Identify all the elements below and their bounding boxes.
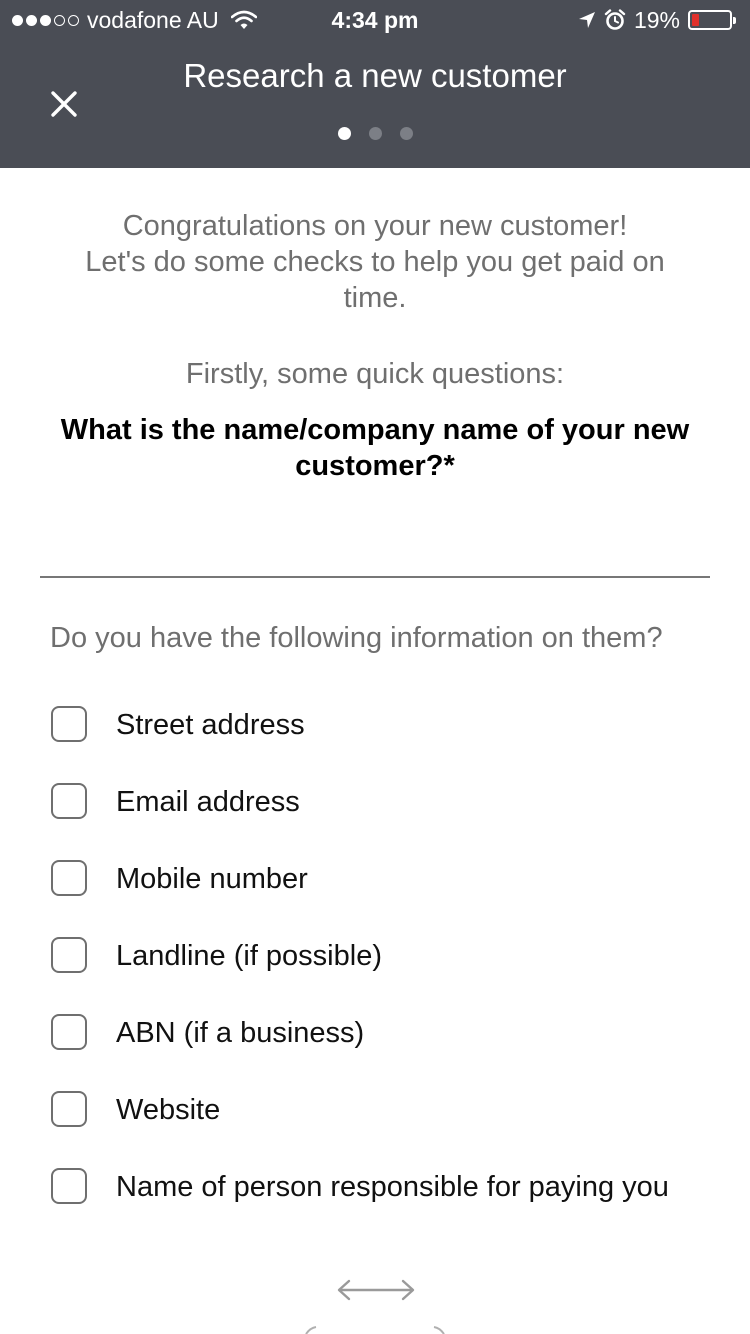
swipe-hand-icon	[305, 1326, 445, 1334]
checkbox[interactable]	[51, 783, 87, 819]
battery-tip	[733, 17, 736, 24]
checklist-item-label: ABN (if a business)	[116, 1017, 365, 1049]
checkbox[interactable]	[51, 706, 87, 742]
swipe-left-right-icon	[337, 1279, 415, 1301]
checklist-item-label: Email address	[116, 786, 300, 818]
page-indicator-dot	[368, 127, 382, 140]
battery-percent: 19%	[633, 7, 680, 33]
checklist-item-label: Landline (if possible)	[116, 940, 382, 972]
intro-line-2: Let's do some checks to help you get pai…	[85, 246, 665, 314]
checkbox[interactable]	[51, 1091, 87, 1127]
checkbox[interactable]	[51, 1168, 87, 1204]
battery-icon	[688, 10, 736, 30]
page-indicator-dot	[399, 127, 413, 140]
header-bar: Research a new customer	[0, 40, 750, 168]
checklist-item-label: Mobile number	[116, 863, 308, 895]
checklist-item[interactable]: Name of person responsible for paying yo…	[50, 1167, 730, 1239]
intro-message: Congratulations on your new customer! Le…	[50, 208, 700, 316]
customer-name-input[interactable]	[40, 520, 710, 578]
intro-line-1: Congratulations on your new customer!	[122, 210, 628, 242]
checklist-item[interactable]: Website	[50, 1090, 730, 1167]
checkbox[interactable]	[51, 860, 87, 896]
checkbox[interactable]	[51, 1014, 87, 1050]
checklist-item[interactable]: Email address	[50, 782, 730, 859]
intro-subheading: Firstly, some quick questions:	[185, 358, 565, 390]
page-title: Research a new customer	[183, 57, 567, 94]
customer-name-question: What is the name/company name of your ne…	[60, 414, 690, 482]
page-indicator-dot	[337, 127, 351, 140]
checklist-item[interactable]: Landline (if possible)	[50, 936, 730, 1013]
checklist-item-label: Name of person responsible for paying yo…	[116, 1171, 669, 1203]
checklist-item[interactable]: Mobile number	[50, 859, 730, 936]
info-checklist: Street address Email address Mobile number…	[50, 705, 730, 1239]
status-bar: vodafone AU 4:34 pm 19%	[0, 0, 750, 40]
checklist-item-label: Street address	[116, 709, 305, 741]
status-bar-right: 19%	[578, 7, 736, 33]
page-indicator	[0, 127, 750, 140]
alarm-clock-icon	[604, 9, 626, 30]
checkbox[interactable]	[51, 937, 87, 973]
location-arrow-icon	[578, 12, 595, 28]
checklist-item[interactable]: Street address	[50, 705, 730, 782]
info-prompt: Do you have the following information on…	[50, 622, 663, 654]
checklist-item-label: Website	[116, 1094, 221, 1126]
battery-level	[692, 14, 699, 26]
checklist-item[interactable]: ABN (if a business)	[50, 1013, 730, 1090]
